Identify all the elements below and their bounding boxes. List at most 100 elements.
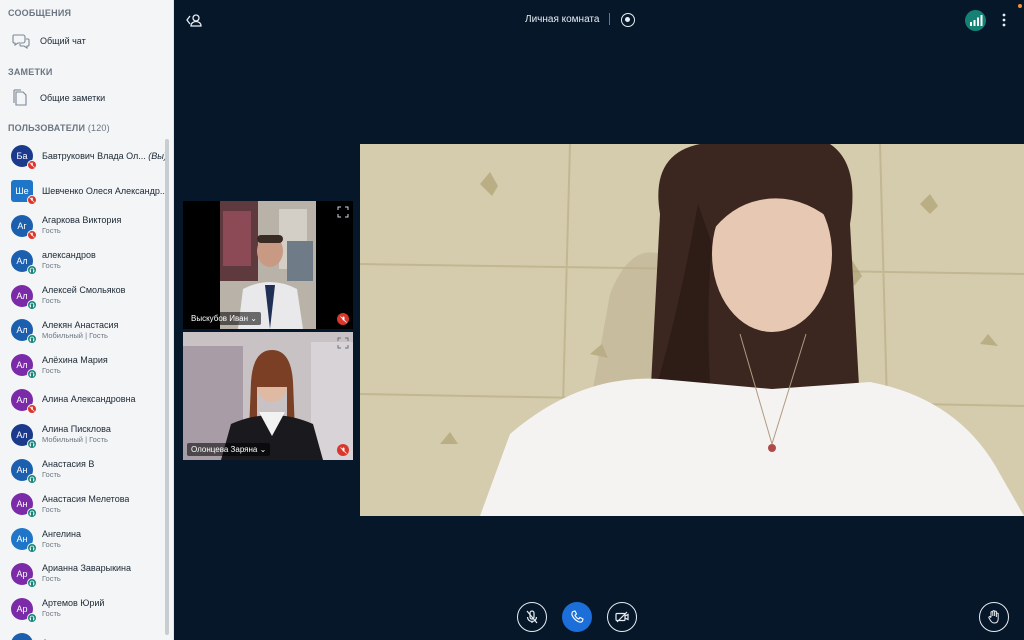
toggle-userlist-icon[interactable]: [185, 11, 203, 29]
mute-mic-button[interactable]: [517, 602, 547, 632]
public-chat-label: Общий чат: [40, 36, 86, 46]
webcam-video: [360, 144, 1024, 516]
users-count: (120): [87, 123, 110, 133]
expand-icon[interactable]: [337, 336, 349, 349]
user-role: Гость: [42, 226, 61, 236]
listen-only-icon: [27, 438, 37, 449]
avatar-initials: Ал: [16, 255, 28, 266]
avatar: Ар: [11, 562, 37, 588]
video-tile[interactable]: Олонцева Заряна ⌄: [183, 332, 353, 460]
user-name: Шевченко Олеся Александр...: [42, 186, 167, 197]
notes-section-title: ЗАМЕТКИ: [8, 67, 53, 77]
user-name-text: Алекян Анастасия: [42, 319, 119, 330]
participant-name-text: Выскубов Иван: [191, 314, 249, 323]
avatar: Ал: [11, 423, 37, 449]
avatar-initials: Аг: [17, 220, 27, 231]
record-icon[interactable]: [621, 13, 635, 27]
user-role: Мобильный | Гость: [42, 435, 108, 445]
listen-only-icon: [27, 473, 37, 484]
avatar: Ан: [11, 493, 37, 519]
user-name: александров: [42, 250, 96, 261]
mic-muted-icon: [27, 229, 37, 240]
user-list-item[interactable]: Ал александров Гость: [0, 243, 168, 278]
user-list-item[interactable]: Ар Артемов Юрий Гость: [0, 591, 168, 626]
mic-off-icon: [526, 610, 538, 624]
user-role: Гость: [42, 470, 61, 480]
main-video-tile[interactable]: [360, 144, 1024, 516]
video-tile[interactable]: Выскубов Иван ⌄: [183, 201, 353, 329]
public-chat-item[interactable]: Общий чат: [0, 24, 173, 58]
avatar: Ал: [11, 249, 37, 275]
avatar: Ше: [11, 180, 37, 206]
user-name: Алексей Смольяков: [42, 285, 125, 296]
user-list-item[interactable]: Ан Анастасия В Гость: [0, 452, 168, 487]
user-name-text: Алина Писклова: [42, 424, 111, 435]
phone-button[interactable]: [562, 602, 592, 632]
user-info: Алексей Смольяков Гость: [42, 285, 125, 306]
user-list-item[interactable]: Ал Алекян Анастасия Мобильный | Гость: [0, 313, 168, 348]
chat-bubbles-icon: [11, 31, 31, 51]
user-name: Агаркова Виктория: [42, 215, 121, 226]
user-name-text: александров: [42, 250, 96, 261]
room-title: Личная комната: [525, 14, 600, 25]
user-name-text: Артемов Юрий: [42, 598, 105, 609]
avatar-initials: Ше: [15, 186, 29, 197]
mic-muted-icon: [27, 403, 37, 414]
user-role: Мобильный | Гость: [42, 330, 108, 340]
avatar-initials: Ба: [16, 151, 28, 162]
user-name: Алекян Анастасия: [42, 320, 118, 331]
webcam-video: [183, 201, 353, 329]
user-role: Гость: [42, 365, 61, 375]
avatar: Ар: [11, 632, 33, 640]
listen-only-icon: [27, 264, 37, 275]
user-list-scrollbar[interactable]: [165, 139, 169, 635]
user-role: Гость: [42, 539, 61, 549]
user-list-item[interactable]: Ал Алина Александровна: [0, 383, 168, 418]
top-bar: Личная комната: [175, 0, 1024, 40]
avatar: Ба: [11, 145, 37, 171]
user-info: Алина Александровна: [42, 394, 136, 405]
more-options-icon[interactable]: [1000, 12, 1008, 28]
listen-only-icon: [27, 508, 37, 519]
avatar-initials: Ан: [16, 464, 28, 475]
user-name-text: Алексей Смольяков: [42, 285, 126, 296]
user-list-item[interactable]: Ал Алексей Смольяков Гость: [0, 278, 168, 313]
user-info: Агаркова Виктория Гость: [42, 215, 121, 236]
user-list-item[interactable]: Ар Арианна Заварыкина Гость: [0, 557, 168, 592]
user-name: Арианна Заварыкина: [42, 563, 131, 574]
listen-only-icon: [27, 543, 37, 554]
user-info: Анастасия В Гость: [42, 459, 94, 480]
raise-hand-button[interactable]: [979, 602, 1009, 632]
users-section-title: ПОЛЬЗОВАТЕЛИ (120): [0, 123, 118, 133]
video-toggle-button[interactable]: [607, 602, 637, 632]
user-info: Алина Писклова Мобильный | Гость: [42, 424, 111, 445]
participant-name: Выскубов Иван ⌄: [187, 312, 261, 325]
user-list-item[interactable]: Ал Алина Писклова Мобильный | Гость: [0, 417, 168, 452]
user-list-item[interactable]: Ан Ангелина Гость: [0, 522, 168, 557]
user-list-item[interactable]: Аг Агаркова Виктория Гость: [0, 209, 168, 244]
user-info: Алекян Анастасия Мобильный | Гость: [42, 320, 118, 341]
shared-notes-item[interactable]: Общие заметки: [0, 81, 173, 115]
user-list-item[interactable]: Ше Шевченко Олеся Александр...: [0, 174, 168, 209]
user-list-item[interactable]: Ан Анастасия Мелетова Гость: [0, 487, 168, 522]
expand-icon[interactable]: [337, 205, 349, 218]
connection-status-button[interactable]: [965, 10, 986, 31]
user-name: Анастасия Мелетова: [42, 494, 129, 505]
mic-muted-icon: [27, 195, 37, 206]
title-divider: [609, 13, 610, 25]
user-list-item[interactable]: АрАртур: [0, 626, 168, 640]
mic-muted-icon: [337, 444, 349, 456]
avatar: Ар: [11, 597, 37, 623]
avatar-initials: Ал: [16, 429, 28, 440]
user-name-text: Арианна Заварыкина: [42, 563, 132, 574]
user-info: Анастасия Мелетова Гость: [42, 494, 129, 515]
user-name-text: Шевченко Олеся Александр...: [42, 185, 168, 196]
avatar-initials: Ан: [16, 534, 28, 545]
user-name: Артемов Юрий: [42, 598, 104, 609]
listen-only-icon: [27, 369, 37, 380]
user-list-item[interactable]: Ал Алёхина Мария Гость: [0, 348, 168, 383]
avatar-initials: Ар: [16, 568, 28, 579]
shared-notes-label: Общие заметки: [40, 93, 106, 103]
avatar: Ал: [11, 284, 37, 310]
user-list-item[interactable]: Ба Бавтрукович Влада Ол... (Вы): [0, 139, 168, 174]
